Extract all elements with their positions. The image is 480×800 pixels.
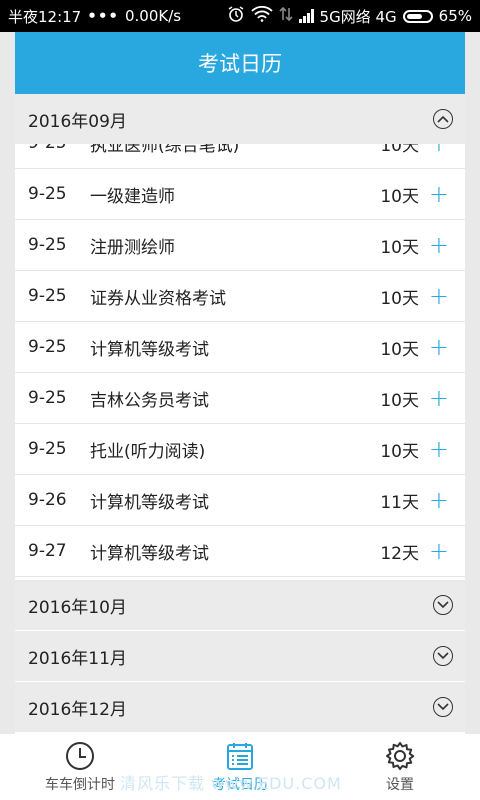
month-header-december[interactable]: 2016年12月 <box>15 682 465 732</box>
exam-date: 9-25 <box>28 286 67 306</box>
add-reminder-icon[interactable]: + <box>429 284 449 308</box>
exam-row[interactable]: 9-25 计算机等级考试 10天 + <box>15 322 465 373</box>
network-speed: 0.00K/s <box>125 7 182 25</box>
page-title-bar: 考试日历 <box>15 32 465 94</box>
exam-row[interactable]: 9-25 一级建造师 10天 + <box>15 169 465 220</box>
clock-icon <box>66 742 94 770</box>
exam-name: 吉林公务员考试 <box>90 390 209 411</box>
battery-icon <box>402 9 433 23</box>
calendar-content: 2016年09月 9-25 执业医师(综合笔试) 10天 +9-25 一级建造师 10天 +… <box>15 94 465 734</box>
alarm-icon <box>227 5 245 27</box>
days-remaining: 10天 <box>380 144 419 156</box>
exam-row[interactable]: 9-26 计算机等级考试 11天 + <box>15 475 465 526</box>
days-remaining: 10天 <box>380 288 419 309</box>
nav-label: 设置 <box>386 777 414 793</box>
chevron-down-icon[interactable] <box>433 646 453 666</box>
exam-date: 9-25 <box>28 439 67 459</box>
days-remaining: 10天 <box>380 390 419 411</box>
chevron-up-icon[interactable] <box>433 109 453 129</box>
nav-label: 车车倒计时 <box>45 777 115 793</box>
add-reminder-icon[interactable]: + <box>429 144 449 155</box>
network-type: 5G网络 4G <box>319 7 397 26</box>
add-reminder-icon[interactable]: + <box>429 488 449 512</box>
exam-name: 一级建造师 <box>90 186 175 207</box>
exam-row[interactable]: 9-25 注册测绘师 10天 + <box>15 220 465 271</box>
exam-row[interactable]: 9-25 吉林公务员考试 10天 + <box>15 373 465 424</box>
month-label: 2016年09月 <box>28 111 127 132</box>
chevron-down-icon[interactable] <box>433 697 453 717</box>
exam-name: 注册测绘师 <box>90 237 175 258</box>
exam-row[interactable]: 9-25 证券从业资格考试 10天 + <box>15 271 465 322</box>
signal-icon <box>298 9 314 23</box>
days-remaining: 11天 <box>380 492 419 513</box>
exam-name: 计算机等级考试 <box>90 492 209 513</box>
page-title: 考试日历 <box>198 52 282 76</box>
wifi-icon <box>250 5 273 26</box>
calendar-list-icon <box>227 743 253 770</box>
exam-name: 计算机等级考试 <box>90 339 209 360</box>
nav-label: 考试日历 <box>212 777 268 793</box>
battery-percent: 65% <box>438 7 472 25</box>
exam-date: 9-25 <box>28 184 67 204</box>
exam-row[interactable]: 9-25 托业(听力阅读) 10天 + <box>15 424 465 475</box>
days-remaining: 10天 <box>380 237 419 258</box>
exam-name: 托业(听力阅读) <box>90 441 206 462</box>
add-reminder-icon[interactable]: + <box>429 437 449 461</box>
add-reminder-icon[interactable]: + <box>429 182 449 206</box>
month-label: 2016年11月 <box>28 648 127 669</box>
days-remaining: 10天 <box>380 339 419 360</box>
days-remaining: 10天 <box>380 186 419 207</box>
days-remaining: 10天 <box>380 441 419 462</box>
add-reminder-icon[interactable]: + <box>429 539 449 563</box>
exam-date: 9-26 <box>28 490 67 510</box>
exam-date: 9-25 <box>28 144 67 153</box>
add-reminder-icon[interactable]: + <box>429 335 449 359</box>
exam-name: 证券从业资格考试 <box>90 288 226 309</box>
exam-date: 9-25 <box>28 337 67 357</box>
transfer-icon <box>278 6 293 26</box>
exam-name: 计算机等级考试 <box>90 543 209 564</box>
exam-date: 9-27 <box>28 541 67 561</box>
chevron-down-icon[interactable] <box>433 595 453 615</box>
month-header-september[interactable]: 2016年09月 <box>15 94 465 144</box>
nav-tab-settings[interactable]: 设置 <box>320 734 480 800</box>
add-reminder-icon[interactable]: + <box>429 386 449 410</box>
exam-list[interactable]: 9-25 执业医师(综合笔试) 10天 +9-25 一级建造师 10天 +9-25 注册测绘师… <box>15 144 465 578</box>
bottom-nav: 车车倒计时 考试日历 设置 <box>0 734 480 800</box>
month-label: 2016年10月 <box>28 597 127 618</box>
exam-name: 执业医师(综合笔试) <box>90 144 240 156</box>
exam-row[interactable]: 9-25 执业医师(综合笔试) 10天 + <box>15 144 465 169</box>
add-reminder-icon[interactable]: + <box>429 233 449 257</box>
exam-row[interactable]: 9-27 计算机等级考试 12天 + <box>15 526 465 577</box>
exam-date: 9-25 <box>28 235 67 255</box>
nav-tab-countdown[interactable]: 车车倒计时 <box>0 734 160 800</box>
status-bar: 半夜12:17 ••• 0.00K/s 5G网络 4G 65% <box>0 0 480 32</box>
month-header-november[interactable]: 2016年11月 <box>15 631 465 681</box>
nav-tab-calendar[interactable]: 考试日历 <box>160 734 320 800</box>
month-header-october[interactable]: 2016年10月 <box>15 580 465 630</box>
status-time: 半夜12:17 <box>8 7 82 26</box>
exam-date: 9-25 <box>28 388 67 408</box>
notification-dots: ••• <box>87 7 119 25</box>
month-label: 2016年12月 <box>28 699 127 720</box>
days-remaining: 12天 <box>380 543 419 564</box>
gear-icon <box>386 742 415 770</box>
